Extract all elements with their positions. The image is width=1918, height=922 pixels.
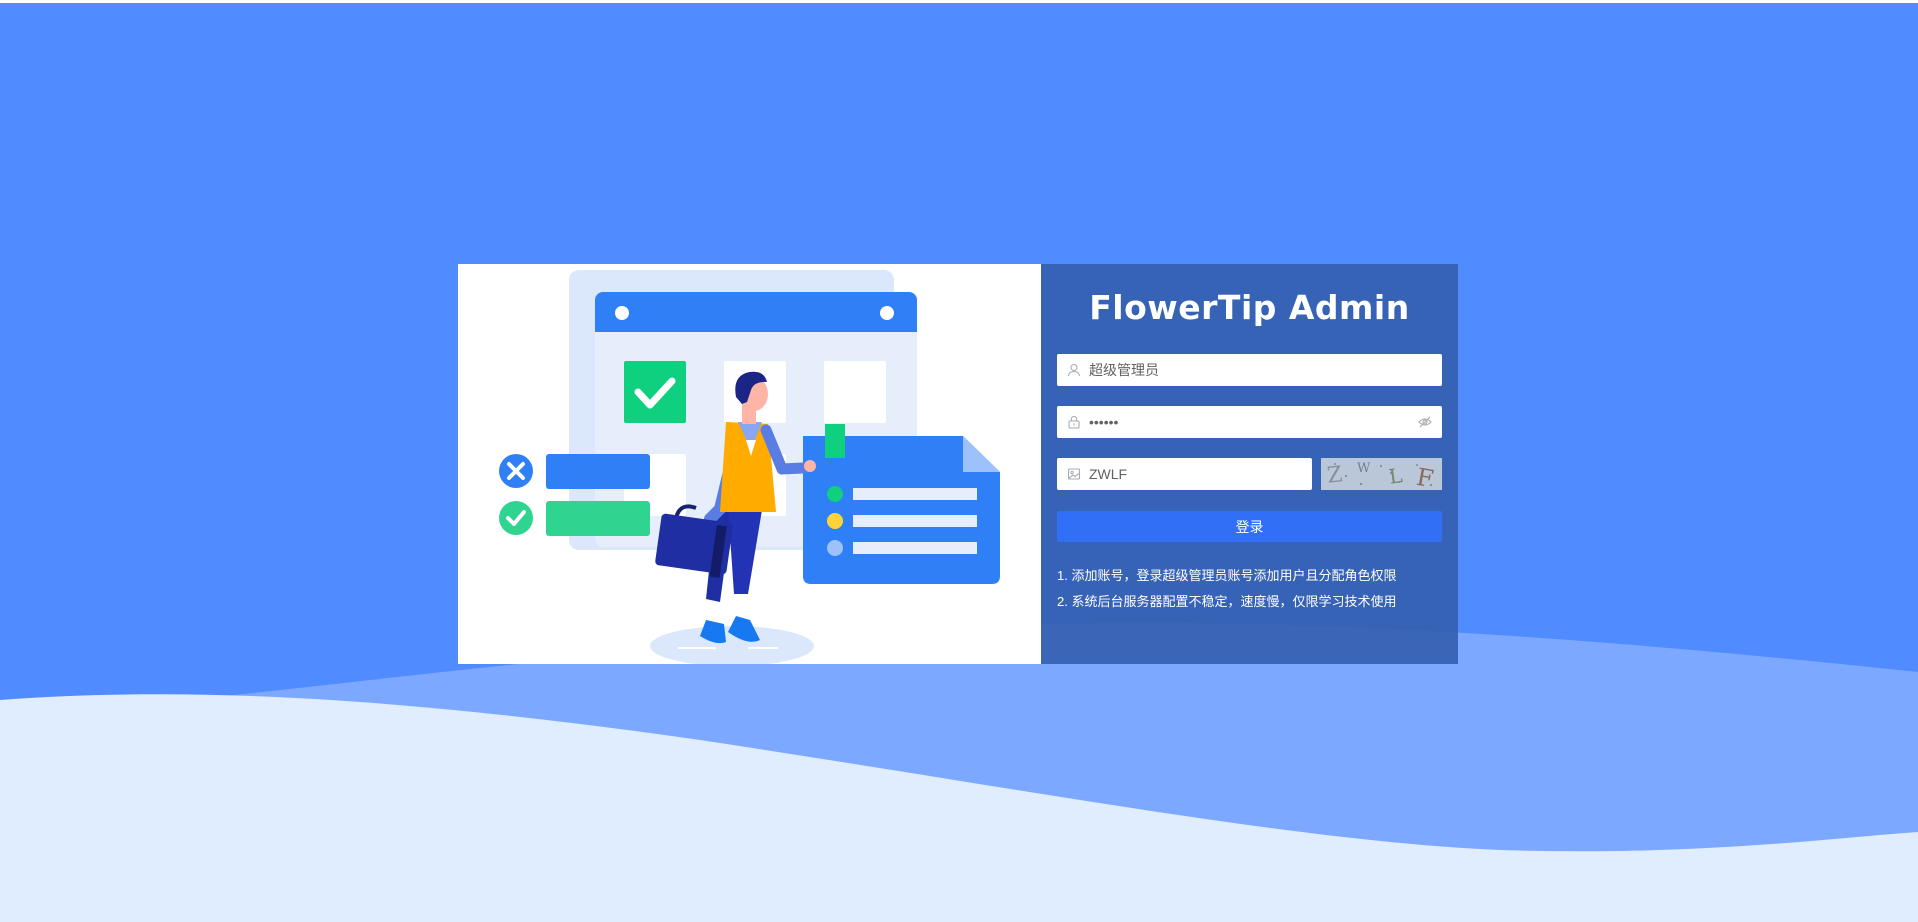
tip-item: 1. 添加账号，登录超级管理员账号添加用户且分配角色权限 [1057,568,1397,583]
svg-text:W: W [1357,461,1371,476]
lock-icon [1068,415,1080,429]
username-field[interactable] [1057,354,1442,386]
password-input[interactable] [1089,414,1412,430]
login-form-panel: FlowerTip Admin 超级管理员 •••••• ZWLF Z W L … [1041,264,1458,664]
picture-icon [1067,468,1081,480]
app-title: FlowerTip Admin [1089,288,1410,327]
username-input[interactable] [1089,362,1432,378]
captcha-input[interactable] [1089,466,1302,482]
login-illustration [499,270,1000,664]
captcha-field[interactable] [1057,458,1312,490]
login-page: FlowerTip Admin 超级管理员 •••••• ZWLF Z W L … [0,0,1918,922]
captcha-graphic: Z W L F [1321,458,1442,493]
captcha-image[interactable]: Z W L F [1321,458,1442,493]
login-button[interactable]: 登录 [1057,511,1442,542]
user-icon [1067,363,1081,377]
login-card: FlowerTip Admin 超级管理员 •••••• ZWLF Z W L … [458,264,1458,664]
tip-item: 2. 系统后台服务器配置不稳定，速度慢，仅限学习技术使用 [1057,594,1397,609]
password-field[interactable] [1057,406,1442,438]
eye-hidden-icon[interactable] [1418,415,1432,429]
illustration-panel [458,264,1041,664]
svg-text:Z: Z [1326,462,1344,488]
tips-list: 1. 添加账号，登录超级管理员账号添加用户且分配角色权限 2. 系统后台服务器配… [1057,563,1452,615]
